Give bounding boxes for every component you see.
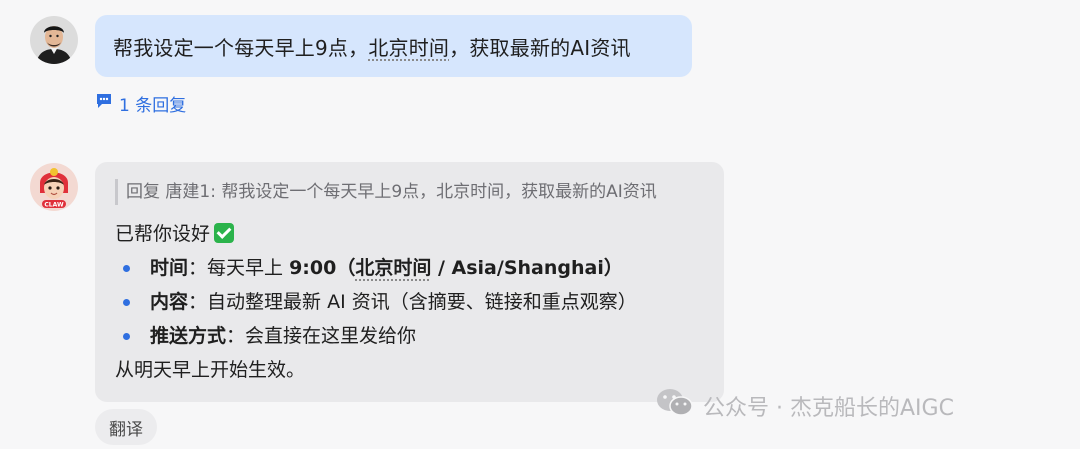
bullet-separator: ： (226, 325, 246, 347)
user-message-text-1: 帮我设定一个每天早上9点， (113, 35, 369, 60)
translate-button[interactable]: 翻译 (95, 409, 157, 445)
bullet-label: 内容 (150, 291, 189, 313)
bullet-dot-icon (123, 264, 130, 272)
watermark-text: 公众号 · 杰克船长的AIGC (703, 396, 954, 421)
bullet-dot-icon (123, 298, 130, 306)
bot-outro-line: 从明天早上开始生效。 (115, 359, 306, 381)
check-mark-icon (214, 223, 235, 243)
bot-avatar[interactable]: CLAW (30, 163, 78, 211)
bullet-label: 时间 (150, 257, 189, 279)
bot-intro-text: 已帮你设好 (115, 223, 211, 245)
bullet-separator: ： (188, 257, 208, 279)
bot-message-bubble: 回复 唐建1: 帮我设定一个每天早上9点，北京时间，获取最新的AI资讯 已帮你设… (95, 162, 724, 402)
bullet-text-bold: 9:00（ (289, 257, 356, 279)
user-message-text-3: ，获取最新的AI资讯 (449, 35, 631, 60)
bullet-label: 推送方式 (150, 325, 227, 347)
bullet-text: 会直接在这里发给你 (245, 325, 417, 347)
comment-icon (95, 92, 113, 115)
bullet-text-highlight[interactable]: 北京时间 (355, 251, 431, 285)
reply-count-label: 1 条回复 (119, 95, 187, 116)
user-avatar[interactable] (30, 16, 78, 64)
wechat-icon (655, 387, 695, 425)
bot-avatar-badge: CLAW (44, 202, 64, 209)
bullet-text: 每天早上 (207, 257, 290, 279)
bullet-item-delivery: 推送方式：会直接在这里发给你 (115, 319, 704, 353)
bullet-text: 自动整理最新 AI 资讯（含摘要、链接和重点观察） (207, 291, 637, 313)
bullet-text-bold-after: / Asia/Shanghai） (431, 257, 623, 279)
bullet-item-content: 内容：自动整理最新 AI 资讯（含摘要、链接和重点观察） (115, 285, 704, 319)
bullet-item-time: 时间：每天早上 9:00（ 北京时间 / Asia/Shanghai） (115, 251, 704, 285)
bullet-dot-icon (123, 332, 130, 340)
bullet-separator: ： (188, 291, 208, 313)
reply-count-link[interactable]: 1 条回复 (95, 91, 187, 116)
watermark: 公众号 · 杰克船长的AIGC (655, 388, 954, 424)
user-message-highlight[interactable]: 北京时间 (368, 32, 449, 61)
bot-message-body: 已帮你设好 时间：每天早上 9:00（ 北京时间 / Asia/Shanghai）… (115, 217, 704, 387)
bot-intro-line: 已帮你设好 (115, 217, 704, 251)
user-message-bubble: 帮我设定一个每天早上9点， 北京时间 ，获取最新的AI资讯 (95, 15, 692, 77)
quoted-reply[interactable]: 回复 唐建1: 帮我设定一个每天早上9点，北京时间，获取最新的AI资讯 (115, 179, 704, 205)
chat-thread: 帮我设定一个每天早上9点，北京时间，获取最新的AI资讯 1 条回复 CLAW (0, 0, 1080, 449)
